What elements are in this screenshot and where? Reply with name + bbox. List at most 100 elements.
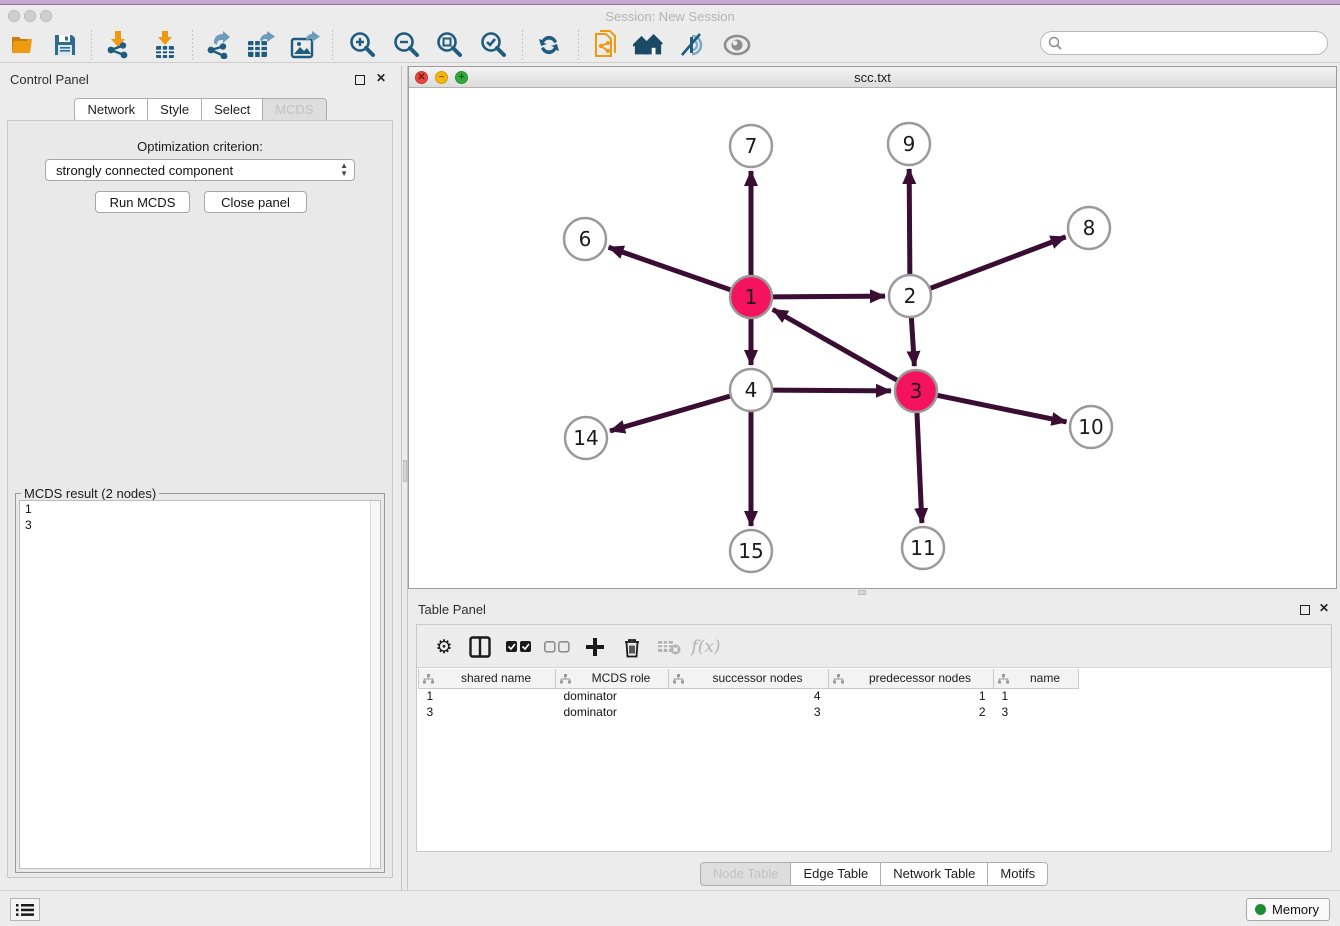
close-panel-icon[interactable]: ✕	[375, 73, 387, 85]
criterion-select[interactable]: strongly connected component ▲▼	[45, 159, 355, 181]
float-panel-icon[interactable]	[355, 75, 365, 85]
refresh-icon[interactable]	[534, 31, 564, 59]
mcds-result-list[interactable]: 1 3	[19, 500, 381, 869]
delete-table-icon[interactable]	[654, 632, 684, 662]
node-label: 8	[1083, 216, 1096, 240]
edge-1-2[interactable]	[772, 296, 885, 297]
tab-mcds[interactable]: MCDS	[263, 98, 326, 122]
task-history-button[interactable]	[10, 898, 40, 921]
column-header-label: MCDS role	[592, 671, 651, 685]
edge-3-10[interactable]	[937, 395, 1067, 422]
toolbar-separator	[578, 30, 579, 60]
mcds-tab-content: Optimization criterion: strongly connect…	[7, 120, 393, 878]
tab-style[interactable]: Style	[148, 98, 202, 122]
column-header-label: name	[1030, 671, 1060, 685]
graph-node-1[interactable]: 1	[730, 276, 772, 318]
result-scrollbar[interactable]	[370, 501, 380, 868]
graph-node-15[interactable]: 15	[730, 530, 772, 572]
table-cell: 3	[669, 704, 829, 720]
tab-node-table[interactable]: Node Table	[700, 862, 792, 886]
run-mcds-button[interactable]: Run MCDS	[95, 191, 190, 213]
first-neighbors-icon[interactable]	[633, 31, 663, 59]
float-table-panel-icon[interactable]	[1300, 605, 1310, 615]
control-panel-tabs: Network Style Select MCDS	[0, 98, 401, 122]
memory-status-icon	[1255, 904, 1266, 915]
table-row[interactable]: 1dominator411	[419, 688, 1079, 704]
zoom-selected-icon[interactable]	[478, 31, 508, 59]
delete-columns-icon[interactable]	[617, 632, 647, 662]
graph-node-14[interactable]: 14	[565, 417, 607, 459]
column-header-shared-name[interactable]: shared name	[419, 669, 556, 688]
vertical-splitter[interactable]	[401, 66, 408, 890]
open-session-icon[interactable]	[8, 31, 38, 59]
zoom-fit-icon[interactable]	[434, 31, 464, 59]
close-table-panel-icon[interactable]: ✕	[1318, 603, 1330, 615]
export-image-icon[interactable]	[290, 31, 320, 59]
edge-3-1[interactable]	[773, 309, 898, 380]
column-header-name[interactable]: name	[994, 669, 1079, 688]
tab-network-table[interactable]: Network Table	[881, 862, 988, 886]
node-label: 1	[745, 285, 758, 309]
network-view-window: ✕ − + scc.txt 7 9 6 8 1 2 4 3 14 10 15 11	[408, 66, 1337, 589]
network-canvas[interactable]: 7 9 6 8 1 2 4 3 14 10 15 11	[409, 88, 1336, 588]
list-icon	[16, 903, 34, 917]
search-input[interactable]	[1062, 36, 1327, 50]
show-column-panel-icon[interactable]	[465, 632, 495, 662]
create-column-icon[interactable]	[580, 632, 610, 662]
graph-node-9[interactable]: 9	[888, 123, 930, 165]
edge-2-8[interactable]	[930, 237, 1066, 289]
edge-1-6[interactable]	[609, 247, 732, 290]
column-header-MCDS-role[interactable]: MCDS role	[556, 669, 669, 688]
memory-label: Memory	[1272, 902, 1319, 917]
zoom-in-icon[interactable]	[347, 31, 377, 59]
save-session-icon[interactable]	[50, 31, 80, 59]
network-window-titlebar[interactable]: ✕ − + scc.txt	[409, 67, 1336, 88]
graph-node-10[interactable]: 10	[1070, 406, 1112, 448]
tab-edge-table[interactable]: Edge Table	[791, 862, 881, 886]
edge-3-11[interactable]	[917, 412, 922, 523]
column-header-label: shared name	[461, 671, 531, 685]
table-row[interactable]: 3dominator323	[419, 704, 1079, 720]
graph-node-8[interactable]: 8	[1068, 207, 1110, 249]
table-cell: 1	[419, 688, 556, 704]
column-header-successor-nodes[interactable]: successor nodes	[669, 669, 829, 688]
search-field[interactable]	[1040, 31, 1328, 55]
export-table-icon[interactable]	[246, 31, 276, 59]
horizontal-splitter[interactable]	[408, 589, 1340, 596]
edge-4-14[interactable]	[610, 396, 731, 431]
graph-node-3[interactable]: 3	[895, 370, 937, 412]
node-table: shared name MCDS role successor nodesprede…	[418, 669, 1079, 720]
close-panel-button[interactable]: Close panel	[204, 191, 307, 213]
unselect-all-columns-icon[interactable]	[542, 632, 572, 662]
zoom-out-icon[interactable]	[391, 31, 421, 59]
show-hide-graphics-details-icon[interactable]	[677, 31, 707, 59]
export-network-icon[interactable]	[203, 31, 233, 59]
select-all-columns-icon[interactable]	[504, 632, 534, 662]
memory-button[interactable]: Memory	[1246, 898, 1330, 921]
graph-node-2[interactable]: 2	[889, 275, 931, 317]
table-cell: 3	[419, 704, 556, 720]
edge-2-9[interactable]	[909, 169, 910, 275]
graph-node-6[interactable]: 6	[564, 218, 606, 260]
edge-2-3[interactable]	[911, 317, 914, 366]
table-panel: Table Panel ✕ ⚙	[408, 596, 1340, 890]
edge-4-3[interactable]	[772, 390, 891, 391]
node-label: 6	[579, 227, 592, 251]
import-table-icon[interactable]	[150, 31, 180, 59]
birds-eye-view-icon[interactable]	[722, 31, 752, 59]
table-options-icon[interactable]: ⚙	[429, 632, 459, 662]
status-bar: Memory	[0, 890, 1340, 926]
node-label: 10	[1078, 415, 1103, 439]
graph-node-4[interactable]: 4	[730, 369, 772, 411]
tab-network[interactable]: Network	[74, 98, 148, 122]
column-header-predecessor-nodes[interactable]: predecessor nodes	[829, 669, 994, 688]
tab-motifs[interactable]: Motifs	[988, 862, 1048, 886]
function-builder-icon[interactable]: f(x)	[691, 632, 721, 662]
graph-node-7[interactable]: 7	[730, 125, 772, 167]
import-network-icon[interactable]	[103, 31, 133, 59]
tab-select[interactable]: Select	[202, 98, 263, 122]
graph-node-11[interactable]: 11	[902, 527, 944, 569]
splitter-grip[interactable]	[858, 590, 866, 595]
splitter-grip[interactable]	[403, 460, 407, 482]
new-network-from-selection-icon[interactable]	[590, 31, 620, 59]
